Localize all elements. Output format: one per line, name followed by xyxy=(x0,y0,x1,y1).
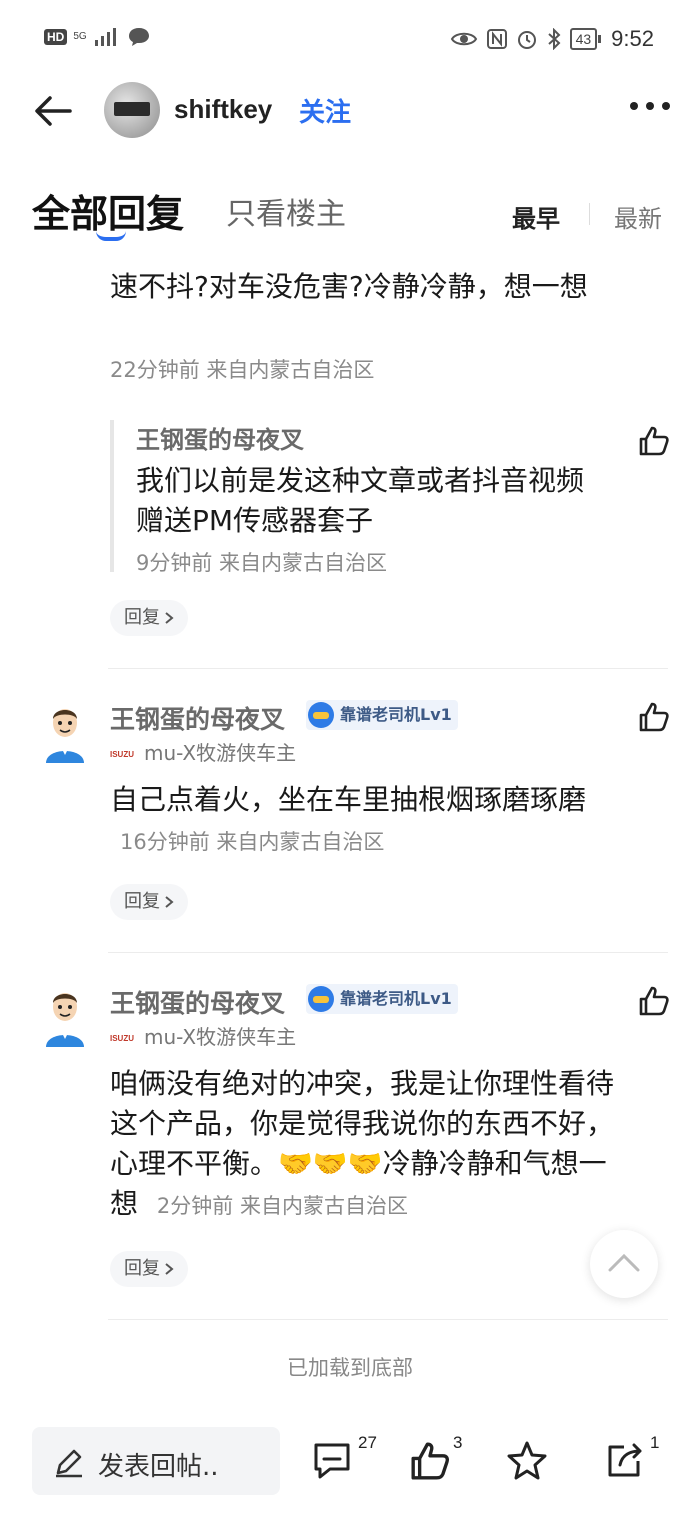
commenter-avatar[interactable] xyxy=(42,987,88,1047)
car-owner-label: mu-X牧游侠车主 xyxy=(144,1025,297,1049)
scroll-to-top-button[interactable] xyxy=(590,1230,658,1298)
nfc-icon xyxy=(486,29,507,49)
likes-count: 3 xyxy=(453,1433,463,1452)
reply-button[interactable]: 回复 xyxy=(110,1251,188,1287)
status-right: 43 9:52 xyxy=(450,26,654,52)
divider xyxy=(108,952,668,953)
share-icon[interactable] xyxy=(602,1439,646,1483)
back-arrow-icon[interactable] xyxy=(30,88,76,134)
star-icon[interactable] xyxy=(505,1439,549,1483)
bottom-action-bar: 发表回帖.. 27 3 1 xyxy=(0,1415,700,1516)
tab-active-indicator xyxy=(96,231,126,241)
brand-logo: ISUZU xyxy=(110,750,134,759)
divider xyxy=(108,1319,668,1320)
status-bar: HD 5G 43 9:52 xyxy=(0,0,700,80)
user-level-badge[interactable]: 靠谱老司机Lv1 xyxy=(306,984,458,1014)
car-owner-info: ISUZU mu-X牧游侠车主 xyxy=(110,737,296,766)
bluetooth-icon xyxy=(547,28,561,50)
comments-count: 27 xyxy=(358,1433,377,1452)
comment-body: 自己点着火，坐在车里抽根烟琢磨琢磨 xyxy=(110,783,587,816)
reply-button-label: 回复 xyxy=(124,891,160,912)
tab-all-replies[interactable]: 全部回复 xyxy=(32,183,184,238)
sort-earliest[interactable]: 最早 xyxy=(512,199,560,234)
more-icon[interactable] xyxy=(630,102,670,110)
chevron-right-icon xyxy=(165,1263,174,1275)
partial-reply-text: 速不抖?对车没危害?冷静冷静，想一想 xyxy=(110,270,588,303)
compose-reply-input[interactable]: 发表回帖.. xyxy=(32,1427,280,1495)
author-avatar[interactable] xyxy=(104,82,160,138)
comment-meta: 2分钟前 来自内蒙古自治区 xyxy=(156,1194,408,1218)
divider xyxy=(108,668,668,669)
comment-icon[interactable] xyxy=(310,1439,354,1483)
chevron-up-icon xyxy=(608,1253,640,1272)
compose-placeholder: 发表回帖.. xyxy=(98,1452,219,1482)
shares-count: 1 xyxy=(650,1433,660,1452)
comment-meta: 16分钟前 来自内蒙古自治区 xyxy=(120,830,385,854)
nested-reply-author[interactable]: 王钢蛋的母夜叉 xyxy=(136,420,610,455)
chat-bubble-icon xyxy=(128,28,149,46)
badge-car-icon xyxy=(308,986,334,1012)
network-type: 5G xyxy=(73,31,87,42)
chevron-right-icon xyxy=(165,896,174,908)
status-left: HD 5G xyxy=(44,26,151,48)
eye-icon xyxy=(450,32,477,46)
hd-badge: HD xyxy=(44,29,68,45)
tab-only-op[interactable]: 只看楼主 xyxy=(226,189,346,233)
car-owner-info: ISUZU mu-X牧游侠车主 xyxy=(110,1021,296,1050)
commenter-name[interactable]: 王钢蛋的母夜叉 xyxy=(110,984,285,1020)
chevron-right-icon xyxy=(165,612,174,624)
pencil-icon xyxy=(56,1449,82,1478)
thumbs-up-icon[interactable] xyxy=(637,700,671,734)
reply-tabs: 全部回复 只看楼主 最早 最新 xyxy=(0,175,700,245)
commenter-name[interactable]: 王钢蛋的母夜叉 xyxy=(110,700,285,736)
badge-car-icon xyxy=(308,702,334,728)
thumbs-up-icon[interactable] xyxy=(637,984,671,1018)
signal-icon xyxy=(94,28,116,46)
nested-reply: 王钢蛋的母夜叉 我们以前是发这种文章或者抖音视频赠送PM传感器套子 9分钟前 来… xyxy=(110,420,610,575)
author-username[interactable]: shiftkey xyxy=(174,94,272,125)
sort-latest[interactable]: 最新 xyxy=(614,199,662,234)
follow-button[interactable]: 关注 xyxy=(299,92,351,129)
comment-text: 自己点着火，坐在车里抽根烟琢磨琢磨 16分钟前 来自内蒙古自治区 xyxy=(110,780,620,862)
car-owner-label: mu-X牧游侠车主 xyxy=(144,741,297,765)
nested-reply-text: 我们以前是发这种文章或者抖音视频赠送PM传感器套子 xyxy=(136,464,585,537)
user-level-badge[interactable]: 靠谱老司机Lv1 xyxy=(306,700,458,730)
alarm-icon xyxy=(517,31,536,49)
comment-text: 咱俩没有绝对的冲突，我是让你理性看待这个产品，你是觉得我说你的东西不好，心理不平… xyxy=(110,1064,620,1226)
clock: 9:52 xyxy=(611,26,654,51)
reply-button[interactable]: 回复 xyxy=(110,884,188,920)
badge-label: 靠谱老司机Lv1 xyxy=(340,705,452,724)
commenter-avatar[interactable] xyxy=(42,703,88,763)
thumbs-up-icon[interactable] xyxy=(408,1439,452,1483)
sort-divider xyxy=(589,203,590,225)
reply-button[interactable]: 回复 xyxy=(110,600,188,636)
end-of-list-label: 已加载到底部 xyxy=(287,1356,413,1380)
reply-button-label: 回复 xyxy=(124,607,160,628)
post-header: shiftkey 关注 xyxy=(0,80,700,140)
nested-reply-meta: 9分钟前 来自内蒙古自治区 xyxy=(136,551,388,575)
battery-level: 43 xyxy=(569,28,601,50)
thumbs-up-icon[interactable] xyxy=(637,424,671,458)
brand-logo: ISUZU xyxy=(110,1034,134,1043)
partial-reply-meta: 22分钟前 来自内蒙古自治区 xyxy=(110,358,375,382)
badge-label: 靠谱老司机Lv1 xyxy=(340,989,452,1008)
reply-button-label: 回复 xyxy=(124,1258,160,1279)
